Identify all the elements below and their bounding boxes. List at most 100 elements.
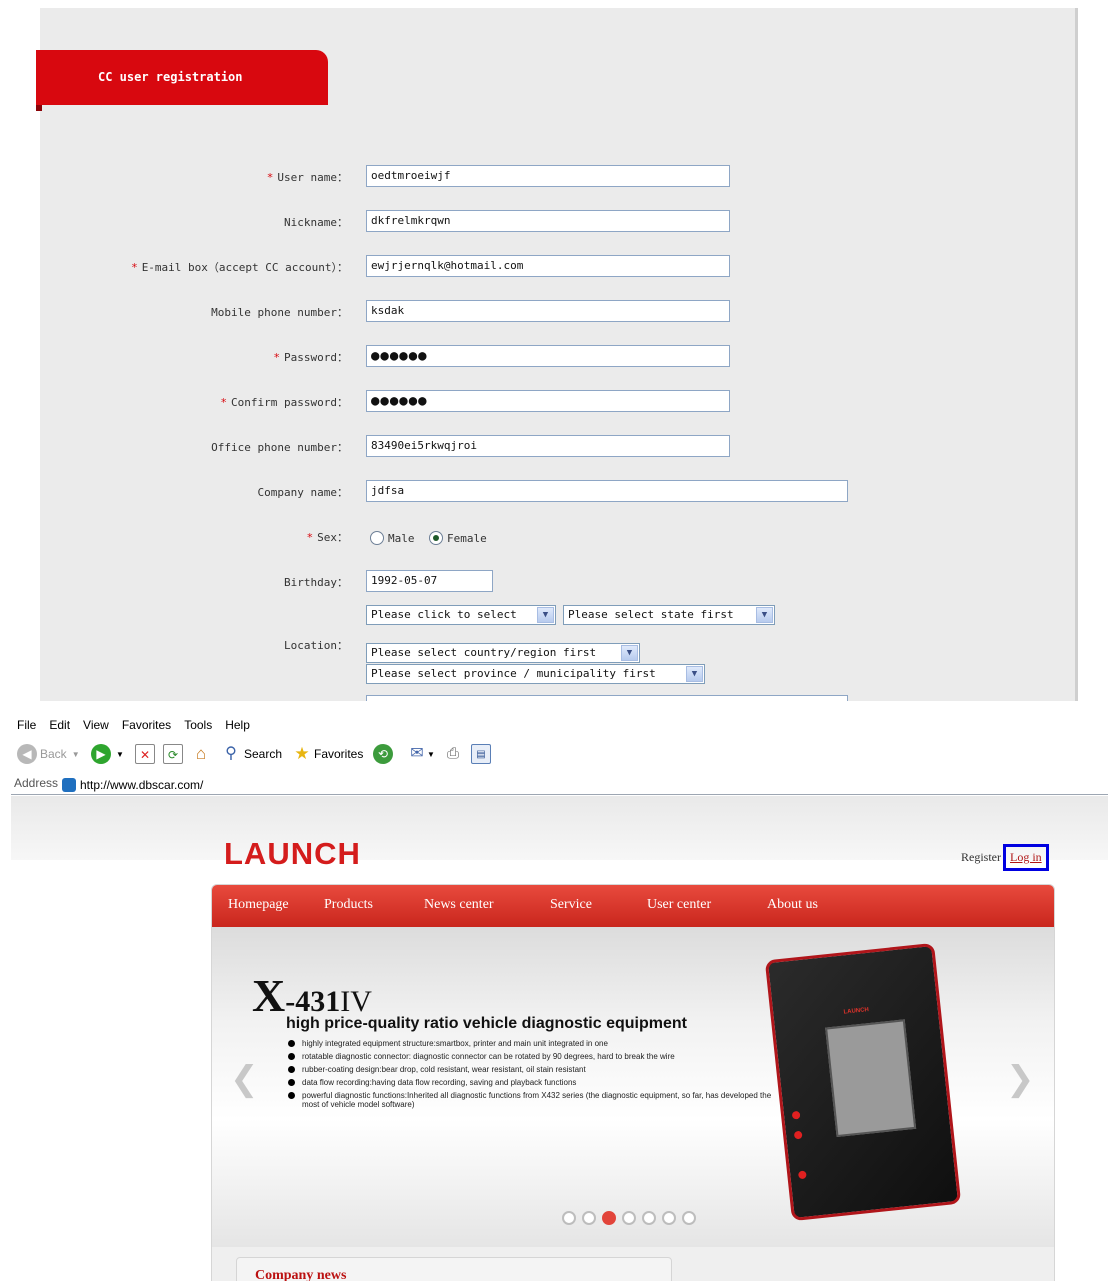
nav-homepage[interactable]: Homepage (228, 897, 289, 913)
slide-dot[interactable] (622, 1211, 636, 1225)
chevron-down-icon: ▼ (537, 607, 554, 623)
required-mark: * (306, 531, 314, 544)
slide-dot[interactable] (602, 1211, 616, 1225)
nav-products[interactable]: Products (324, 897, 373, 913)
location-select-province[interactable]: Please select province / municipality fi… (366, 664, 705, 684)
company-news-box: Company news (236, 1257, 672, 1281)
back-button[interactable]: ◀ Back ▼ (17, 744, 80, 764)
printer-icon: ⎙ (446, 745, 459, 762)
refresh-button[interactable]: ⟳ (163, 744, 183, 764)
product-banner[interactable]: X-431IV high price-quality ratio vehicle… (212, 927, 1054, 1247)
chevron-left-icon[interactable]: ❮ (230, 1059, 259, 1099)
menu-help[interactable]: Help (225, 714, 250, 736)
address-input[interactable]: http://www.dbscar.com/ (59, 775, 1108, 794)
user-name-input[interactable]: oedtmroeiwjf (366, 165, 730, 187)
required-mark: * (266, 171, 274, 184)
sex-radio-female[interactable]: Female (429, 531, 487, 545)
menu-tools[interactable]: Tools (184, 714, 212, 736)
required-mark: * (220, 396, 228, 409)
stop-button[interactable]: ✕ (135, 744, 155, 764)
site-container: Homepage Products News center Service Us… (211, 884, 1055, 1281)
email-input[interactable]: ewjrjernqlk@hotmail.com (366, 255, 730, 277)
feature-item: powerful diagnostic functions:Inherited … (286, 1091, 786, 1109)
label-sex: * Sex： (306, 531, 349, 544)
history-button[interactable]: ⟲ (373, 744, 393, 764)
register-link[interactable]: Register (961, 850, 1001, 865)
banner-headline: high price-quality ratio vehicle diagnos… (286, 1015, 687, 1032)
slide-dot[interactable] (562, 1211, 576, 1225)
feature-list: highly integrated equipment structure:sm… (286, 1039, 786, 1113)
mobile-phone-input[interactable]: ksdak (366, 300, 730, 322)
print-button[interactable]: ⎙ (443, 744, 463, 764)
birthday-input[interactable]: 1992-05-07 (366, 570, 493, 592)
label-birthday: Birthday： (284, 576, 348, 589)
password-input[interactable]: ●●●●●● (366, 345, 730, 367)
forward-button[interactable]: ▶ ▼ (91, 744, 124, 764)
device-button (791, 1110, 801, 1120)
label-nickname: Nickname： (284, 216, 348, 229)
nav-about-us[interactable]: About us (767, 897, 818, 913)
back-arrow-icon: ◀ (17, 744, 37, 764)
menu-edit[interactable]: Edit (49, 714, 70, 736)
chevron-down-icon: ▼ (756, 607, 773, 623)
slide-dot[interactable] (582, 1211, 596, 1225)
nickname-input[interactable]: dkfrelmkrqwn (366, 210, 730, 232)
star-icon: ★ (294, 744, 310, 763)
dropdown-arrow-icon: ▼ (427, 749, 435, 759)
feature-item: highly integrated equipment structure:sm… (286, 1039, 786, 1048)
feature-item: rubber-coating design:bear drop, cold re… (286, 1065, 786, 1074)
nav-user-center[interactable]: User center (647, 897, 711, 913)
location-select-country[interactable]: Please click to select ▼ (366, 605, 556, 625)
radio-unchecked-icon (370, 531, 384, 545)
web-page: LAUNCH Register Log in Homepage Products… (11, 796, 1108, 1281)
label-email: * E-mail box（accept CC account）： (131, 261, 348, 274)
main-nav: Homepage Products News center Service Us… (212, 885, 1054, 927)
x431-device-image: LAUNCH (764, 942, 962, 1222)
nav-news-center[interactable]: News center (424, 897, 494, 913)
label-location: Location： (284, 639, 348, 652)
sex-radio-male[interactable]: Male (370, 531, 415, 545)
login-link[interactable]: Log in (1003, 844, 1049, 871)
home-icon: ⌂ (195, 744, 207, 763)
device-button (797, 1170, 807, 1180)
slide-dot[interactable] (662, 1211, 676, 1225)
address-label: Address (14, 776, 59, 790)
office-phone-input[interactable]: 83490ei5rkwqjroi (366, 435, 730, 457)
menu-view[interactable]: View (83, 714, 109, 736)
device-button (793, 1130, 803, 1140)
label-company-name: Company name： (257, 486, 348, 499)
slide-dot[interactable] (682, 1211, 696, 1225)
device-screen (825, 1019, 917, 1138)
feature-item: rotatable diagnostic connector: diagnost… (286, 1052, 786, 1061)
browser-window: File Edit View Favorites Tools Help ◀ Ba… (11, 700, 1108, 1281)
chevron-down-icon: ▼ (621, 645, 638, 661)
nav-service[interactable]: Service (550, 897, 592, 913)
history-icon: ⟲ (373, 744, 393, 764)
location-select-region[interactable]: Please select country/region first ▼ (366, 643, 640, 663)
slide-dot[interactable] (642, 1211, 656, 1225)
search-button[interactable]: ⚲ Search (221, 744, 282, 764)
company-name-input[interactable]: jdfsa (366, 480, 848, 502)
menu-file[interactable]: File (17, 714, 36, 736)
chevron-right-icon[interactable]: ❯ (1006, 1059, 1035, 1099)
registration-tab-title: CC user registration (36, 50, 328, 111)
confirm-password-input[interactable]: ●●●●●● (366, 390, 730, 412)
dropdown-arrow-icon: ▼ (71, 749, 80, 759)
favorites-button[interactable]: ★ Favorites (292, 744, 363, 764)
launch-logo[interactable]: LAUNCH (224, 836, 361, 872)
radio-checked-icon (429, 531, 443, 545)
home-button[interactable]: ⌂ (191, 744, 211, 764)
refresh-icon: ⟳ (163, 744, 183, 764)
menu-favorites[interactable]: Favorites (122, 714, 171, 736)
location-select-state[interactable]: Please select state first ▼ (563, 605, 775, 625)
browser-toolbar: ◀ Back ▼ ▶ ▼ ✕ ⟳ ⌂ ⚲ Search ★ Favorites … (11, 740, 1108, 770)
slide-indicators (562, 1211, 696, 1225)
mail-button[interactable]: ✉ ▼ (407, 744, 435, 764)
label-password: * Password： (273, 351, 348, 364)
stop-icon: ✕ (135, 744, 155, 764)
page-header-band (11, 796, 1108, 860)
edit-button[interactable]: ▤ (471, 744, 491, 764)
chevron-down-icon: ▼ (686, 666, 703, 682)
feature-item: data flow recording:having data flow rec… (286, 1078, 786, 1087)
label-mobile-phone: Mobile phone number： (211, 306, 348, 319)
